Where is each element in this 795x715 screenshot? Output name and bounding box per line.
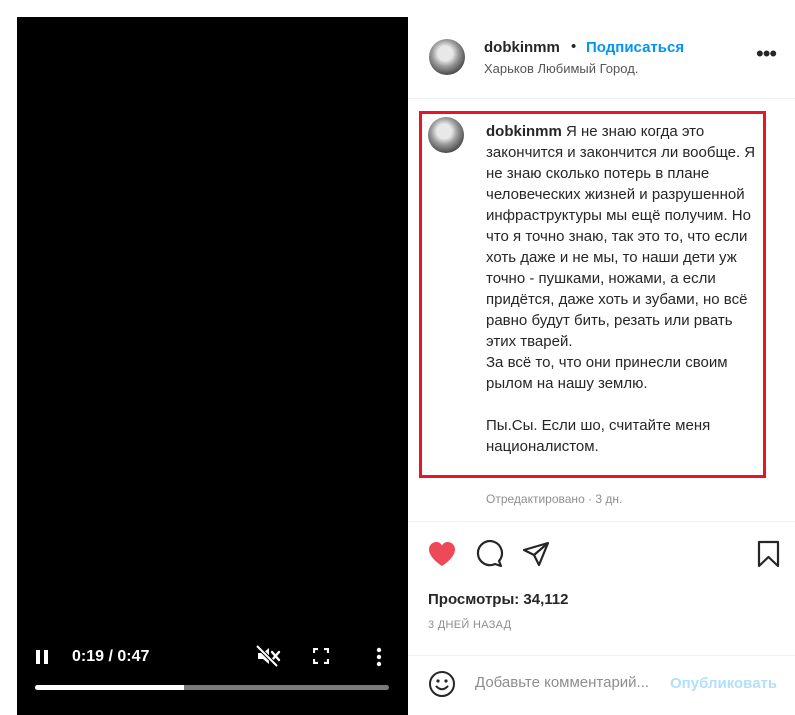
- caption-username[interactable]: dobkinmm: [486, 123, 562, 140]
- bookmark-icon[interactable]: [754, 540, 784, 568]
- post-date: 3 ДНЕЙ НАЗАД: [428, 619, 512, 631]
- fullscreen-icon[interactable]: [313, 648, 329, 664]
- video-time: 0:19 / 0:47: [72, 648, 150, 665]
- share-icon[interactable]: [521, 540, 551, 568]
- video-player[interactable]: 0:19 / 0:47: [17, 17, 408, 715]
- views-count[interactable]: Просмотры: 34,112: [428, 591, 568, 608]
- heart-icon[interactable]: [427, 540, 457, 568]
- emoji-icon[interactable]: [428, 670, 456, 698]
- muted-icon[interactable]: [255, 644, 281, 668]
- caption-avatar[interactable]: [428, 117, 464, 153]
- video-progress-bar[interactable]: [35, 685, 389, 690]
- comment-icon[interactable]: [474, 540, 504, 568]
- avatar[interactable]: [429, 39, 465, 75]
- more-options-icon[interactable]: •••: [756, 43, 777, 65]
- comment-input[interactable]: [475, 674, 665, 691]
- divider: [408, 98, 795, 99]
- publish-button[interactable]: Опубликовать: [670, 675, 777, 692]
- follow-button[interactable]: Подписаться: [586, 39, 684, 56]
- pause-icon[interactable]: [35, 650, 51, 664]
- caption-text: Я не знаю когда это закончится и закончи…: [486, 123, 756, 455]
- edited-timestamp: Отредактировано · 3 дн.: [486, 492, 623, 506]
- separator-dot: •: [571, 38, 577, 55]
- caption: dobkinmm Я не знаю когда это закончится …: [486, 121, 765, 457]
- video-progress-fill: [35, 685, 184, 690]
- divider: [408, 655, 795, 656]
- location-link[interactable]: Харьков Любимый Город.: [484, 61, 638, 76]
- header-username[interactable]: dobkinmm: [484, 39, 560, 56]
- divider: [408, 521, 795, 522]
- more-vertical-icon[interactable]: [370, 647, 388, 667]
